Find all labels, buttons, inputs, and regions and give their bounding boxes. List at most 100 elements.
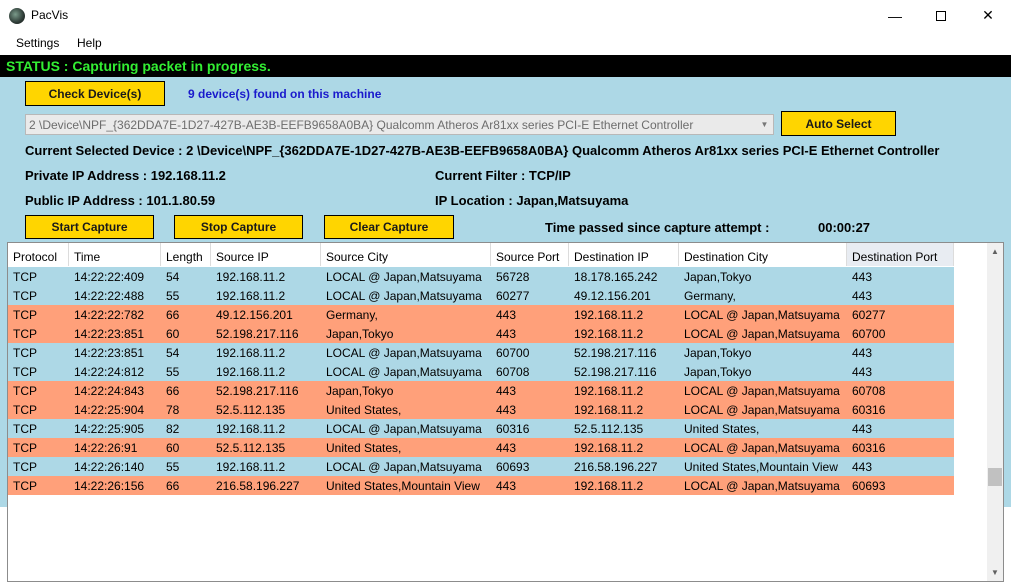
menu-settings[interactable]: Settings: [16, 36, 59, 50]
table-row[interactable]: TCP 14:22:23:851 54 192.168.11.2 LOCAL @ Jap…: [8, 343, 954, 362]
scroll-down-icon[interactable]: ▼: [987, 564, 1003, 581]
cell-time: 14:22:26:91: [74, 441, 138, 455]
stop-capture-button[interactable]: Stop Capture: [174, 215, 303, 239]
cell-length: 54: [166, 270, 180, 284]
cell-destination-port: 60693: [852, 479, 886, 493]
cell-source-city: United States,: [326, 403, 402, 417]
current-filter-label: Current Filter : TCP/IP: [435, 168, 571, 183]
cell-destination-city: United States,: [684, 422, 760, 436]
minimize-button[interactable]: —: [872, 0, 918, 31]
cell-source-ip: 52.198.217.116: [216, 327, 299, 341]
table-row[interactable]: TCP 14:22:23:851 60 52.198.217.116 Japan,Tok…: [8, 324, 954, 343]
menu-bar: Settings Help: [0, 32, 1011, 54]
cell-destination-city: Germany,: [684, 289, 736, 303]
cell-destination-city: LOCAL @ Japan,Matsuyama: [684, 403, 840, 417]
cell-destination-port: 60708: [852, 384, 886, 398]
cell-time: 14:22:22:409: [74, 270, 145, 284]
time-passed-label: Time passed since capture attempt :: [545, 220, 770, 235]
cell-time: 14:22:22:782: [74, 308, 145, 322]
cell-source-city: LOCAL @ Japan,Matsuyama: [326, 422, 482, 436]
maximize-button[interactable]: [918, 0, 964, 31]
cell-source-port: 443: [496, 308, 517, 322]
check-devices-button[interactable]: Check Device(s): [25, 81, 165, 106]
cell-destination-ip: 49.12.156.201: [574, 289, 651, 303]
scroll-up-icon[interactable]: ▲: [987, 243, 1003, 260]
cell-length: 55: [166, 460, 180, 474]
cell-source-ip: 192.168.11.2: [216, 460, 286, 474]
cell-protocol: TCP: [13, 327, 37, 341]
table-row[interactable]: TCP 14:22:22:488 55 192.168.11.2 LOCAL @ Jap…: [8, 286, 954, 305]
column-header-destination-city[interactable]: Destination City: [679, 243, 847, 266]
cell-source-ip: 49.12.156.201: [216, 308, 293, 322]
cell-source-city: United States,: [326, 441, 402, 455]
table-row[interactable]: TCP 14:22:24:843 66 52.198.217.116 Japan,Tok…: [8, 381, 954, 400]
table-row[interactable]: TCP 14:22:26:140 55 192.168.11.2 LOCAL @ Jap…: [8, 457, 954, 476]
cell-protocol: TCP: [13, 460, 37, 474]
vertical-scrollbar[interactable]: ▲ ▼: [987, 243, 1003, 581]
table-row[interactable]: TCP 14:22:22:409 54 192.168.11.2 LOCAL @ Jap…: [8, 267, 954, 286]
cell-source-port: 60708: [496, 365, 530, 379]
table-row[interactable]: TCP 14:22:26:91 60 52.5.112.135 United State…: [8, 438, 954, 457]
cell-time: 14:22:25:905: [74, 422, 145, 436]
cell-length: 54: [166, 346, 180, 360]
cell-source-ip: 192.168.11.2: [216, 289, 286, 303]
close-button[interactable]: ✕: [965, 0, 1011, 31]
public-ip-label: Public IP Address : 101.1.80.59: [25, 193, 216, 208]
cell-destination-port: 60316: [852, 441, 886, 455]
cell-destination-city: LOCAL @ Japan,Matsuyama: [684, 441, 840, 455]
table-row[interactable]: TCP 14:22:25:905 82 192.168.11.2 LOCAL @ Jap…: [8, 419, 954, 438]
column-header-time[interactable]: Time: [69, 243, 161, 266]
column-header-source-port[interactable]: Source Port: [491, 243, 569, 266]
cell-length: 60: [166, 327, 180, 341]
cell-source-city: LOCAL @ Japan,Matsuyama: [326, 346, 482, 360]
table-row[interactable]: TCP 14:22:24:812 55 192.168.11.2 LOCAL @ Jap…: [8, 362, 954, 381]
cell-destination-port: 443: [852, 460, 873, 474]
cell-time: 14:22:26:156: [74, 479, 145, 493]
cell-source-ip: 192.168.11.2: [216, 365, 286, 379]
cell-source-city: Germany,: [326, 308, 378, 322]
window-title: PacVis: [31, 8, 69, 22]
column-header-destination-ip[interactable]: Destination IP: [569, 243, 679, 266]
table-row[interactable]: TCP 14:22:25:904 78 52.5.112.135 United Stat…: [8, 400, 954, 419]
column-header-length[interactable]: Length: [161, 243, 211, 266]
status-text: STATUS : Capturing packet in progress.: [6, 58, 271, 74]
cell-source-ip: 216.58.196.227: [216, 479, 300, 493]
column-header-source-city[interactable]: Source City: [321, 243, 491, 266]
cell-protocol: TCP: [13, 365, 37, 379]
column-header-protocol[interactable]: Protocol: [8, 243, 69, 266]
table-row[interactable]: TCP 14:22:22:782 66 49.12.156.201 Germany, 44…: [8, 305, 954, 324]
cell-destination-ip: 52.198.217.116: [574, 346, 657, 360]
clear-capture-button[interactable]: Clear Capture: [324, 215, 454, 239]
cell-destination-ip: 52.5.112.135: [574, 422, 644, 436]
column-header-destination-port[interactable]: Destination Port: [847, 243, 954, 266]
column-header-source-ip[interactable]: Source IP: [211, 243, 321, 266]
cell-protocol: TCP: [13, 479, 37, 493]
cell-length: 66: [166, 308, 180, 322]
cell-source-port: 443: [496, 403, 517, 417]
start-capture-button[interactable]: Start Capture: [25, 215, 154, 239]
current-device-label: Current Selected Device : 2 \Device\NPF_…: [25, 143, 940, 158]
cell-source-port: 60277: [496, 289, 530, 303]
cell-source-port: 443: [496, 479, 517, 493]
cell-time: 14:22:26:140: [74, 460, 145, 474]
table-row[interactable]: TCP 14:22:26:156 66 216.58.196.227 United St…: [8, 476, 954, 495]
menu-help[interactable]: Help: [77, 36, 102, 50]
cell-time: 14:22:22:488: [74, 289, 145, 303]
chevron-down-icon[interactable]: ▼: [756, 115, 773, 134]
cell-destination-ip: 18.178.165.242: [574, 270, 658, 284]
cell-source-port: 60700: [496, 346, 530, 360]
cell-source-port: 60316: [496, 422, 530, 436]
packet-table[interactable]: Protocol Time Length Source IP Source Ci…: [7, 242, 1004, 582]
cell-destination-ip: 192.168.11.2: [574, 308, 644, 322]
cell-source-city: LOCAL @ Japan,Matsuyama: [326, 365, 482, 379]
cell-source-city: LOCAL @ Japan,Matsuyama: [326, 289, 482, 303]
app-icon: [9, 8, 25, 24]
cell-length: 55: [166, 289, 180, 303]
cell-length: 66: [166, 384, 180, 398]
cell-destination-city: LOCAL @ Japan,Matsuyama: [684, 308, 840, 322]
auto-select-button[interactable]: Auto Select: [781, 111, 896, 136]
device-select-value: 2 \Device\NPF_{362DDA7E-1D27-427B-AE3B-E…: [29, 118, 694, 132]
cell-length: 55: [166, 365, 180, 379]
scroll-thumb[interactable]: [988, 468, 1002, 486]
device-select[interactable]: 2 \Device\NPF_{362DDA7E-1D27-427B-AE3B-E…: [25, 114, 774, 135]
